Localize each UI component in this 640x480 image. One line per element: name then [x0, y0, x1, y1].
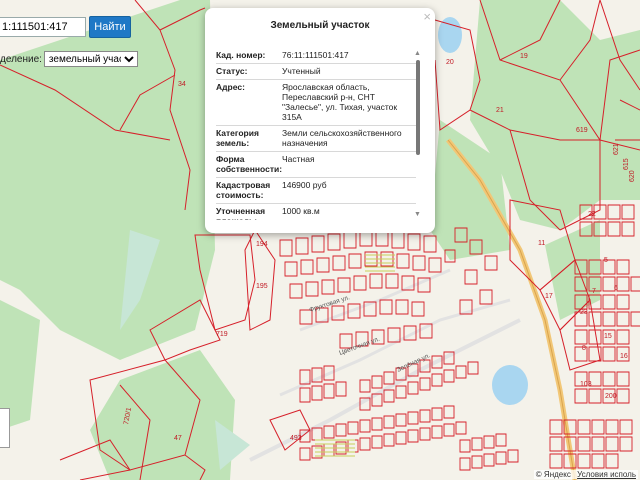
- parcel-number: 621: [613, 143, 620, 155]
- info-row-cadastral-number: Кад. номер: 76:11:111501:417: [216, 48, 416, 64]
- parcel-number: 17: [545, 293, 553, 300]
- parcel-number: 19: [520, 53, 528, 60]
- info-value: Учтенный: [282, 66, 321, 76]
- parcel-number: 21: [496, 107, 504, 114]
- parcel-number: 719: [216, 331, 228, 338]
- parcel-number: 194: [256, 241, 268, 248]
- parcel-number: 493: [290, 435, 302, 442]
- parcel-number: 620: [629, 170, 636, 182]
- parcel-number: 7: [592, 288, 596, 295]
- info-label: Категория земель:: [216, 128, 259, 148]
- info-value: 76:11:111501:417: [282, 50, 349, 60]
- info-row-land-category: Категория земель: Земли сельскохозяйстве…: [216, 126, 416, 152]
- info-row-area: Уточненная площадь: 1000 кв.м: [216, 204, 416, 220]
- scroll-down-arrow-icon[interactable]: ▼: [414, 211, 421, 218]
- info-row-ownership: Форма собственности: Частная: [216, 152, 416, 178]
- info-value: 1000 кв.м: [282, 206, 320, 216]
- parcel-number: 15: [604, 333, 612, 340]
- parcel-number: 11: [538, 240, 545, 247]
- find-button[interactable]: Найти: [89, 16, 131, 38]
- parcel-number: 23: [580, 309, 588, 316]
- info-row-address: Адрес: Ярославская область, Переславский…: [216, 80, 416, 126]
- scroll-thumb[interactable]: [416, 60, 420, 155]
- parcel-number: 200: [605, 393, 617, 400]
- info-value: 146900 руб: [282, 180, 327, 190]
- parcel-number: 16: [620, 353, 628, 360]
- info-label: Статус:: [216, 66, 248, 76]
- info-row-cadastral-value: Кадастровая стоимость: 146900 руб: [216, 178, 416, 204]
- info-value: Земли сельскохозяйственного назначения: [282, 128, 402, 148]
- parcel-number: 47: [174, 435, 182, 442]
- parcel-number: 20: [446, 59, 454, 66]
- info-row-status: Статус: Учтенный: [216, 64, 416, 80]
- popup-scrollbar[interactable]: ▲ ▼: [413, 50, 423, 218]
- map-side-control[interactable]: [0, 408, 10, 448]
- info-label: Кад. номер:: [216, 50, 266, 60]
- info-value: Ярославская область, Переславский р-н, С…: [282, 82, 398, 122]
- search-type-select[interactable]: земельный участок: [43, 51, 138, 67]
- parcel-number: 103: [580, 381, 592, 388]
- parcel-number: 619: [576, 127, 588, 134]
- map-attribution: © Яндекс Условия исполь: [533, 470, 638, 479]
- search-type-bar: деление: земельный участок: [0, 51, 138, 67]
- info-label: Уточненная площадь:: [216, 206, 266, 220]
- popup-title: Земельный участок: [270, 20, 370, 31]
- parcel-number: 615: [623, 158, 630, 170]
- parcel-number: 34: [178, 81, 186, 88]
- info-label: Адрес:: [216, 82, 245, 92]
- map-provider: © Яндекс: [535, 470, 571, 479]
- parcel-number: 8: [582, 345, 586, 352]
- scroll-up-arrow-icon[interactable]: ▲: [414, 50, 421, 57]
- parcel-number: 22: [588, 211, 596, 218]
- info-label: Кадастровая стоимость:: [216, 180, 271, 200]
- parcel-info-table[interactable]: Кад. номер: 76:11:111501:417 Статус: Учт…: [216, 48, 416, 220]
- parcel-number: 5: [604, 257, 608, 264]
- info-value: Частная: [282, 154, 315, 164]
- info-label: Форма собственности:: [216, 154, 283, 174]
- cadastral-search-input[interactable]: [0, 17, 86, 37]
- parcel-number: 195: [256, 283, 268, 290]
- terms-link[interactable]: Условия исполь: [577, 470, 636, 479]
- search-bar: Найти: [0, 16, 131, 38]
- search-type-label: деление:: [0, 53, 42, 65]
- parcel-number: 6: [614, 285, 618, 292]
- parcel-info-popup: × Земельный участок Кад. номер: 76:11:11…: [205, 8, 435, 233]
